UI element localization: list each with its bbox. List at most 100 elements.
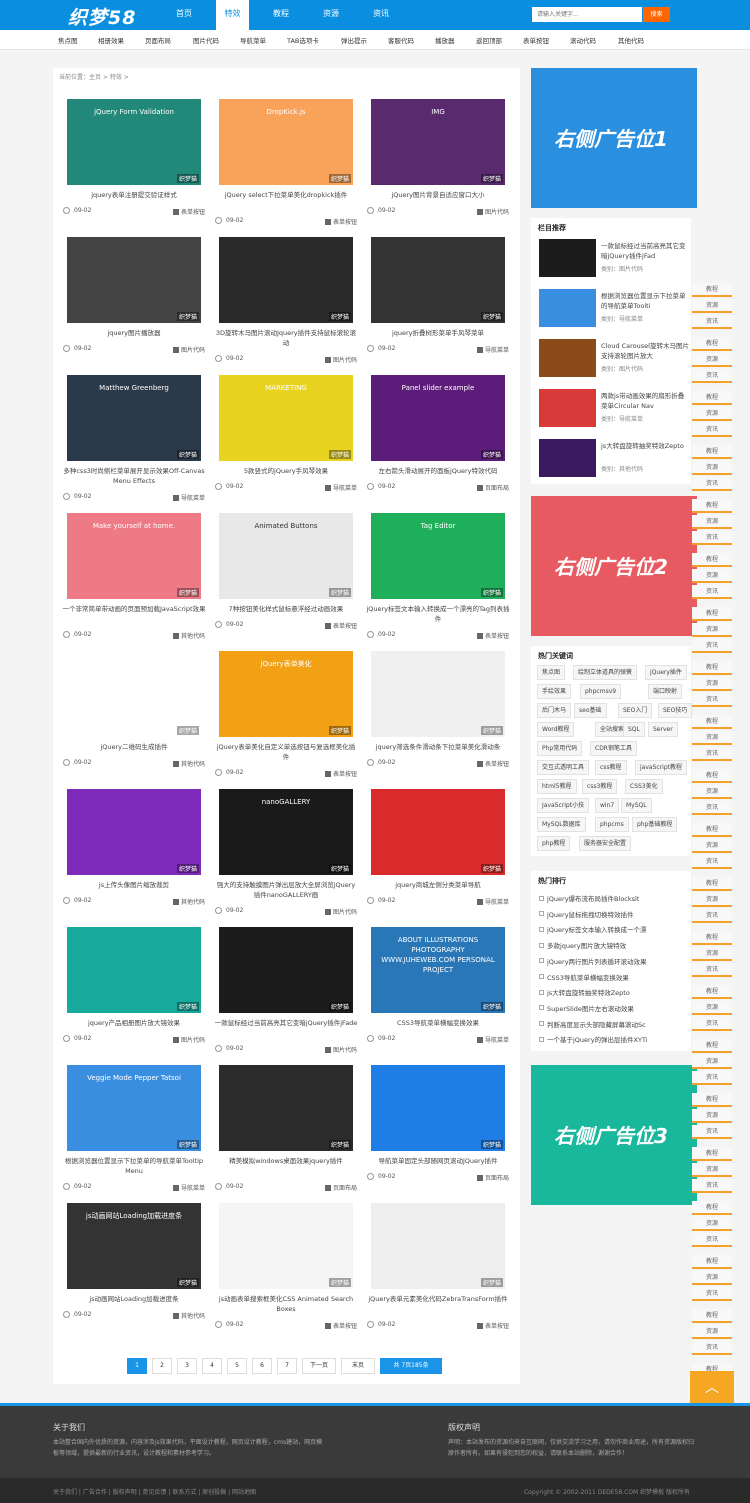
rank-item-text[interactable]: 一个基于jQuery的弹出层插件XYTi xyxy=(547,1034,648,1044)
effect-card[interactable]: Matthew Greenberg 织梦猫多种css3时尚侧栏菜单展开显示效果Of… xyxy=(63,375,205,505)
card-thumbnail[interactable]: 织梦猫 xyxy=(219,1203,353,1289)
float-tab[interactable]: 资讯 xyxy=(692,639,732,653)
tag-link[interactable]: Word教程 xyxy=(537,722,575,737)
float-tab[interactable]: 资源 xyxy=(692,839,732,853)
card-thumbnail[interactable]: 织梦猫 xyxy=(219,1065,353,1151)
card-category[interactable]: 导航菜单 xyxy=(172,493,205,502)
card-title[interactable]: 一款鼠标经过当前高亮其它变暗jQuery插件jFade xyxy=(214,1018,358,1028)
card-category[interactable]: 导航菜单 xyxy=(476,1035,509,1044)
float-tab[interactable]: 资源 xyxy=(692,1217,732,1231)
card-thumbnail[interactable]: Matthew Greenberg 织梦猫 xyxy=(67,375,201,461)
float-tab[interactable]: 教程 xyxy=(692,931,732,945)
search-input[interactable] xyxy=(532,7,642,22)
category-text[interactable]: 导航菜单 xyxy=(333,483,357,492)
float-tab[interactable]: 资源 xyxy=(692,353,732,367)
effect-card[interactable]: 织梦猫 js上传头像图片缩放裁剪 09-02 其他代码 xyxy=(63,789,205,919)
card-thumbnail[interactable]: 织梦猫 xyxy=(219,237,353,323)
effect-card[interactable]: 织梦猫 3D旋转木马图片滚动Jquery插件支持鼠标滚轮滚动 09-02 图片代码 xyxy=(215,237,357,367)
nav-item[interactable]: 特效 xyxy=(216,0,249,30)
card-thumbnail[interactable]: Veggie Mode Pepper Tatsoi 织梦猫 xyxy=(67,1065,201,1151)
tag-link[interactable]: JavaScript小技 xyxy=(537,798,590,813)
rank-item[interactable]: 判断高度显示头部隐藏屏幕滚动Sc xyxy=(539,1019,646,1029)
tag-link[interactable]: SQL xyxy=(623,722,645,737)
recommend-item[interactable]: 一款鼠标经过当前高亮其它变暗jQuery插件jFad 类别：图片代码 xyxy=(539,239,689,279)
card-thumbnail[interactable]: js动画网站Loading加载进度条 织梦猫 xyxy=(67,1203,201,1289)
card-title[interactable]: js动画表单搜索框美化CSS Animated Search Boxes xyxy=(214,1294,358,1314)
float-tab[interactable]: 教程 xyxy=(692,769,732,783)
float-tab[interactable]: 资源 xyxy=(692,677,732,691)
rank-item-text[interactable]: jQuery两行图片列表循环滚动效果 xyxy=(547,956,647,966)
effect-card[interactable]: jQuery Form Validation 织梦猫 jquery表单注册提交验证样… xyxy=(63,99,205,229)
float-tab[interactable]: 教程 xyxy=(692,1309,732,1323)
category-text[interactable]: 其他代码 xyxy=(181,631,205,640)
card-category[interactable]: 表单按钮 xyxy=(324,1321,357,1330)
card-thumbnail[interactable]: MARKETING 织梦猫 xyxy=(219,375,353,461)
effect-card[interactable]: 织梦猫 jQuery二维码生成插件 09-02 其他代码 xyxy=(63,651,205,781)
float-tab[interactable]: 资讯 xyxy=(692,1125,732,1139)
card-title[interactable]: jquery商城左侧分类菜单导航 xyxy=(366,880,510,890)
subnav-item[interactable]: 客服代码 xyxy=(388,35,414,45)
card-thumbnail[interactable]: jQuery Form Validation 织梦猫 xyxy=(67,99,201,185)
float-tab[interactable]: 资源 xyxy=(692,947,732,961)
card-title[interactable]: 多种css3时尚侧栏菜单展开显示效果Off-Canvas Menu Effect… xyxy=(62,466,206,486)
card-category[interactable]: 页面布局 xyxy=(476,483,509,492)
float-tab[interactable]: 教程 xyxy=(692,823,732,837)
float-tab[interactable]: 资讯 xyxy=(692,423,732,437)
float-tab[interactable]: 教程 xyxy=(692,715,732,729)
card-category[interactable]: 其他代码 xyxy=(172,1311,205,1320)
category-text[interactable]: 表单按钮 xyxy=(333,769,357,778)
tag-link[interactable]: 绘制立体道具的弹簧 xyxy=(573,665,638,680)
card-title[interactable]: jQuery表单元素美化代码ZebraTransForm插件 xyxy=(366,1294,510,1304)
card-thumbnail[interactable]: Tag Editor 织梦猫 xyxy=(371,513,505,599)
float-tab[interactable]: 资源 xyxy=(692,731,732,745)
float-tab[interactable]: 教程 xyxy=(692,1039,732,1053)
tag-link[interactable]: CSS3美化 xyxy=(625,779,663,794)
effect-card[interactable]: 织梦猫 jquery商城左侧分类菜单导航 09-02 导航菜单 xyxy=(367,789,509,919)
nav-item[interactable]: 教程 xyxy=(263,0,299,30)
effect-card[interactable]: 织梦猫 jquery折叠树形菜单手风琴菜单 09-02 导航菜单 xyxy=(367,237,509,367)
category-text[interactable]: 表单按钮 xyxy=(181,207,205,216)
category-text[interactable]: 表单按钮 xyxy=(485,631,509,640)
tag-link[interactable]: phpcmsv9 xyxy=(580,684,622,699)
card-title[interactable]: 一个非常简单带动画的页面预加载JavaScript效果 xyxy=(62,604,206,614)
page-link[interactable]: 6 xyxy=(252,1358,272,1374)
tag-link[interactable]: php教程 xyxy=(537,836,571,851)
card-category[interactable]: 图片代码 xyxy=(172,345,205,354)
float-tab[interactable]: 教程 xyxy=(692,607,732,621)
card-title[interactable]: 5款竖式的jQuery手风琴效果 xyxy=(214,466,358,476)
page-link[interactable]: 5 xyxy=(227,1358,247,1374)
card-title[interactable]: jquery产品相册图片放大镜效果 xyxy=(62,1018,206,1028)
rank-item-text[interactable]: 判断高度显示头部隐藏屏幕滚动Sc xyxy=(547,1019,646,1029)
category-text[interactable]: 其他代码 xyxy=(181,759,205,768)
rank-item[interactable]: js大转盘旋转抽奖特效Zepto xyxy=(539,987,630,997)
card-title[interactable]: CSS3导航菜单横幅变换效果 xyxy=(366,1018,510,1028)
recommend-item[interactable]: 根据浏览器位置显示下拉菜单的导航菜单Toolti 类别：导航菜单 xyxy=(539,289,689,329)
card-category[interactable]: 表单按钮 xyxy=(324,769,357,778)
card-thumbnail[interactable]: 织梦猫 xyxy=(371,651,505,737)
effect-card[interactable]: IMG 织梦猫 jQuery图片背景自适应窗口大小 09-02 图片代码 xyxy=(367,99,509,229)
tag-link[interactable]: win7 xyxy=(595,798,620,813)
card-thumbnail[interactable]: Animated Buttons 织梦猫 xyxy=(219,513,353,599)
category-text[interactable]: 导航菜单 xyxy=(181,1183,205,1192)
tag-link[interactable]: 后门木马 xyxy=(537,703,572,718)
card-thumbnail[interactable]: Make yourself at home. 织梦猫 xyxy=(67,513,201,599)
recommend-item[interactable]: Cloud Carousel旋转木马图片支持滚轮图片放大 类别：图片代码 xyxy=(539,339,689,379)
rank-item-text[interactable]: SuperSlide图片左右滚动效果 xyxy=(547,1003,634,1013)
category-text[interactable]: 导航菜单 xyxy=(485,897,509,906)
category-text[interactable]: 图片代码 xyxy=(333,1045,357,1054)
category-text[interactable]: 表单按钮 xyxy=(333,621,357,630)
card-thumbnail[interactable]: 织梦猫 xyxy=(219,927,353,1013)
rank-item[interactable]: 一个基于jQuery的弹出层插件XYTi xyxy=(539,1034,648,1044)
float-tab[interactable]: 资讯 xyxy=(692,477,732,491)
recommend-item-title[interactable]: 一款鼠标经过当前高亮其它变暗jQuery插件jFad xyxy=(601,241,689,261)
effect-card[interactable]: 织梦猫 jQuery表单元素美化代码ZebraTransForm插件 09-02 表单… xyxy=(367,1203,509,1333)
nav-item[interactable]: 首页 xyxy=(166,0,202,30)
recommend-item-title[interactable]: Cloud Carousel旋转木马图片支持滚轮图片放大 xyxy=(601,341,689,361)
float-tab[interactable]: 教程 xyxy=(692,877,732,891)
effect-card[interactable]: 织梦猫 导航菜单固定头部随网页滚动jQuery插件 09-02 页面布局 xyxy=(367,1065,509,1195)
effect-card[interactable]: 织梦猫 jquery产品相册图片放大镜效果 09-02 图片代码 xyxy=(63,927,205,1057)
effect-card[interactable]: Animated Buttons 织梦猫 7种按钮美化样式鼠标悬浮经过动画效果 09-… xyxy=(215,513,357,643)
category-text[interactable]: 图片代码 xyxy=(181,345,205,354)
tag-link[interactable]: 端口映射 xyxy=(648,684,683,699)
recommend-item-title[interactable]: 两款js带动画效果的扇形折叠菜单Circular Nav xyxy=(601,391,689,411)
